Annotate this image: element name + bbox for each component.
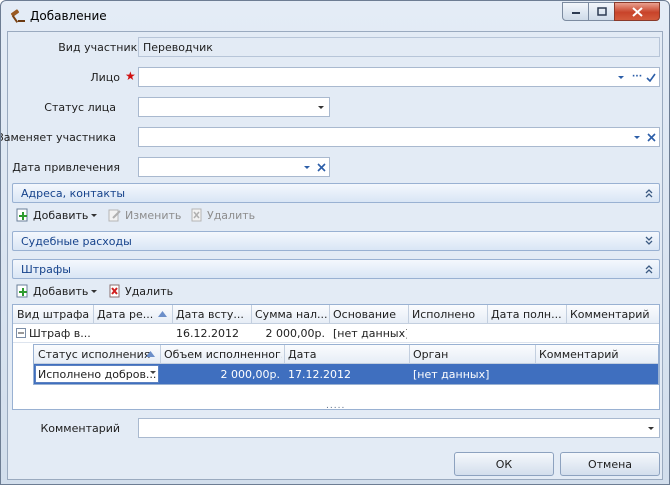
- person-field[interactable]: ···: [138, 67, 660, 87]
- cell-basis: [нет данных]: [333, 327, 407, 340]
- close-button[interactable]: [614, 2, 660, 21]
- gavel-icon: [10, 9, 25, 23]
- fines-delete-button[interactable]: Удалить: [108, 283, 173, 299]
- cell-effective-date: 16.12.2012: [176, 327, 239, 340]
- fines-add-label: Добавить: [33, 284, 89, 298]
- col-header-decision-date[interactable]: Дата ре...: [97, 308, 157, 321]
- title-bar[interactable]: Добавление: [1, 1, 669, 31]
- execution-status-value: Исполнено добров...: [38, 368, 157, 381]
- add-document-icon: [16, 208, 28, 222]
- dialog-body: Вид участника Переводчик Лицо ★ ··· Стат…: [1, 31, 663, 480]
- delete-icon: [109, 284, 120, 298]
- add-document-icon: [16, 284, 28, 298]
- required-mark: ★: [125, 69, 136, 83]
- sub-col-header-organ[interactable]: Орган: [413, 348, 531, 361]
- col-header-amount[interactable]: Сумма нал...: [255, 308, 329, 321]
- person-status-label: Статус лица: [44, 101, 116, 114]
- addresses-add-button[interactable]: Добавить: [16, 207, 98, 223]
- col-header-fine-type[interactable]: Вид штрафа: [17, 308, 91, 321]
- collapse-chevron-up-icon[interactable]: [643, 263, 655, 275]
- date-clear-icon[interactable]: [315, 161, 327, 173]
- sort-asc-icon: [158, 311, 167, 317]
- section-addresses-title: Адреса, контакты: [21, 187, 126, 200]
- comment-label: Комментарий: [40, 422, 120, 435]
- section-fines-title: Штрафы: [21, 263, 71, 276]
- execution-status-combo[interactable]: Исполнено добров...: [35, 365, 159, 383]
- col-header-executed[interactable]: Исполнено: [412, 308, 486, 321]
- sort-asc-icon: [146, 351, 155, 357]
- edit-icon: [108, 209, 121, 222]
- cell-volume: 2 000,00р.: [220, 368, 280, 381]
- person-label: Лицо: [90, 71, 120, 84]
- resize-grip[interactable]: .....: [326, 401, 345, 411]
- participant-type-field: Переводчик: [138, 37, 660, 57]
- participant-type-label: Вид участника: [58, 41, 144, 54]
- fine-execution-subgrid[interactable]: Статус исполнения Объем исполненног... Д…: [33, 344, 659, 385]
- section-fines-header[interactable]: Штрафы: [12, 259, 660, 279]
- involvement-date-label: Дата привлечения: [12, 161, 120, 174]
- section-addresses-header[interactable]: Адреса, контакты: [12, 183, 660, 203]
- addresses-toolbar: Добавить Изменить Удалить: [12, 204, 660, 226]
- sub-col-header-comment[interactable]: Комментарий: [539, 348, 657, 361]
- minimize-button[interactable]: [562, 2, 589, 21]
- replaces-clear-icon[interactable]: [645, 131, 657, 143]
- expand-chevron-down-icon[interactable]: [643, 235, 655, 247]
- col-header-effective-date[interactable]: Дата всту...: [176, 308, 252, 321]
- addresses-delete-button[interactable]: Удалить: [190, 207, 255, 223]
- involvement-date-field[interactable]: [138, 157, 330, 177]
- replaces-dropdown-icon[interactable]: [631, 131, 643, 143]
- addresses-edit-button[interactable]: Изменить: [108, 207, 181, 223]
- window-title: Добавление: [30, 9, 107, 23]
- sub-col-header-date[interactable]: Дата: [288, 348, 406, 361]
- table-row-selected[interactable]: Исполнено добров... 2 000,00р. 17.12.201…: [34, 364, 658, 384]
- section-court-costs-header[interactable]: Судебные расходы: [12, 231, 660, 251]
- comment-dropdown-icon[interactable]: [645, 422, 657, 434]
- ok-button[interactable]: ОК: [454, 452, 554, 476]
- maximize-button[interactable]: [588, 2, 615, 21]
- comment-field[interactable]: [138, 418, 660, 438]
- person-dropdown-icon[interactable]: [615, 71, 627, 83]
- collapse-chevron-up-icon[interactable]: [643, 187, 655, 199]
- delete-icon: [191, 208, 202, 222]
- cancel-button[interactable]: Отмена: [560, 452, 660, 476]
- sub-col-header-status[interactable]: Статус исполнения: [38, 348, 156, 361]
- person-ellipsis-icon[interactable]: ···: [631, 71, 643, 83]
- col-header-basis[interactable]: Основание: [333, 308, 407, 321]
- table-row[interactable]: Штраф в... 16.12.2012 2 000,00р. [нет да…: [13, 324, 659, 343]
- fines-toolbar: Добавить Удалить: [12, 280, 660, 302]
- fines-grid-header: Вид штрафа Дата ре... Дата всту... Сумма…: [13, 305, 659, 324]
- fines-add-button[interactable]: Добавить: [16, 283, 98, 299]
- addresses-edit-label: Изменить: [125, 208, 182, 222]
- addresses-delete-label: Удалить: [207, 208, 256, 222]
- replaces-participant-field[interactable]: [138, 127, 660, 147]
- col-header-comment[interactable]: Комментарий: [570, 308, 658, 321]
- minimize-icon: [571, 11, 580, 14]
- section-court-costs-title: Судебные расходы: [21, 235, 132, 248]
- cell-amount: 2 000,00р.: [265, 327, 325, 340]
- participant-type-value: Переводчик: [143, 41, 213, 54]
- col-header-full-date[interactable]: Дата полн...: [491, 308, 565, 321]
- replaces-participant-label: Заменяет участника: [0, 131, 116, 144]
- subgrid-header: Статус исполнения Объем исполненног... Д…: [34, 345, 658, 364]
- person-check-icon[interactable]: [645, 71, 657, 83]
- execution-status-dropdown-icon[interactable]: [150, 371, 156, 374]
- fines-grid[interactable]: Вид штрафа Дата ре... Дата всту... Сумма…: [12, 304, 660, 410]
- maximize-icon: [596, 7, 607, 16]
- person-status-combo[interactable]: [138, 97, 330, 117]
- person-status-dropdown-icon[interactable]: [315, 101, 327, 113]
- cell-fine-type: Штраф в...: [29, 327, 91, 340]
- sub-col-header-volume[interactable]: Объем исполненног...: [164, 348, 282, 361]
- fines-delete-label: Удалить: [125, 284, 174, 298]
- close-icon: [631, 6, 643, 17]
- cell-date: 17.12.2012: [288, 368, 351, 381]
- cell-organ: [нет данных]: [413, 368, 490, 381]
- addresses-add-label: Добавить: [33, 208, 89, 222]
- date-dropdown-icon[interactable]: [301, 161, 313, 173]
- dialog-window: Добавление Вид участника Переводчик Лицо…: [0, 0, 670, 485]
- collapse-minus-icon[interactable]: [16, 328, 26, 338]
